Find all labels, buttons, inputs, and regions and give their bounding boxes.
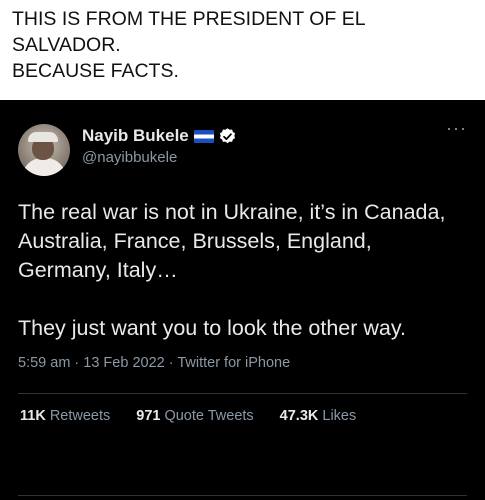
tweet-stats: 11K Retweets 971 Quote Tweets 47.3K Likes xyxy=(18,394,467,424)
caption-line-2: SALVADOR. xyxy=(12,34,121,56)
retweets-stat[interactable]: 11K Retweets xyxy=(20,408,110,424)
post-caption: THIS IS FROM THE PRESIDENT OF EL SALVADO… xyxy=(0,0,485,100)
retweets-count: 11K xyxy=(20,408,46,424)
quote-tweets-stat[interactable]: 971 Quote Tweets xyxy=(136,408,253,424)
tweet-timestamp[interactable]: 5:59 am · 13 Feb 2022 · Twitter for iPho… xyxy=(18,355,467,371)
tweet-paragraph-1: The real war is not in Ukraine, it’s in … xyxy=(18,200,446,282)
caption-line-1: THIS IS FROM THE PRESIDENT OF EL xyxy=(12,8,366,30)
more-options-icon[interactable]: ··· xyxy=(446,118,467,139)
quote-tweets-count: 971 xyxy=(136,408,161,424)
author-display-name[interactable]: Nayib Bukele xyxy=(82,126,189,146)
verified-badge-icon xyxy=(219,127,235,143)
author-info: Nayib Bukele @nayibbukele xyxy=(82,126,237,166)
el-salvador-flag-icon xyxy=(193,129,214,143)
author-handle[interactable]: @nayibbukele xyxy=(82,149,237,166)
retweets-label: Retweets xyxy=(49,408,111,424)
tweet-header: Nayib Bukele @nayibbukele xyxy=(18,120,467,176)
caption-line-3: BECAUSE FACTS. xyxy=(12,60,179,82)
tweet-paragraph-2: They just want you to look the other way… xyxy=(18,316,406,340)
quote-tweets-label: Quote Tweets xyxy=(164,408,254,424)
likes-stat[interactable]: 47.3K Likes xyxy=(280,408,357,424)
likes-label: Likes xyxy=(322,408,357,424)
tweet-card: ··· Nayib Bukele @nayibbukele The real w… xyxy=(0,100,485,500)
divider-bottom xyxy=(18,495,467,496)
likes-count: 47.3K xyxy=(279,408,319,424)
tweet-text: The real war is not in Ukraine, it’s in … xyxy=(18,198,467,343)
avatar[interactable] xyxy=(18,124,70,176)
